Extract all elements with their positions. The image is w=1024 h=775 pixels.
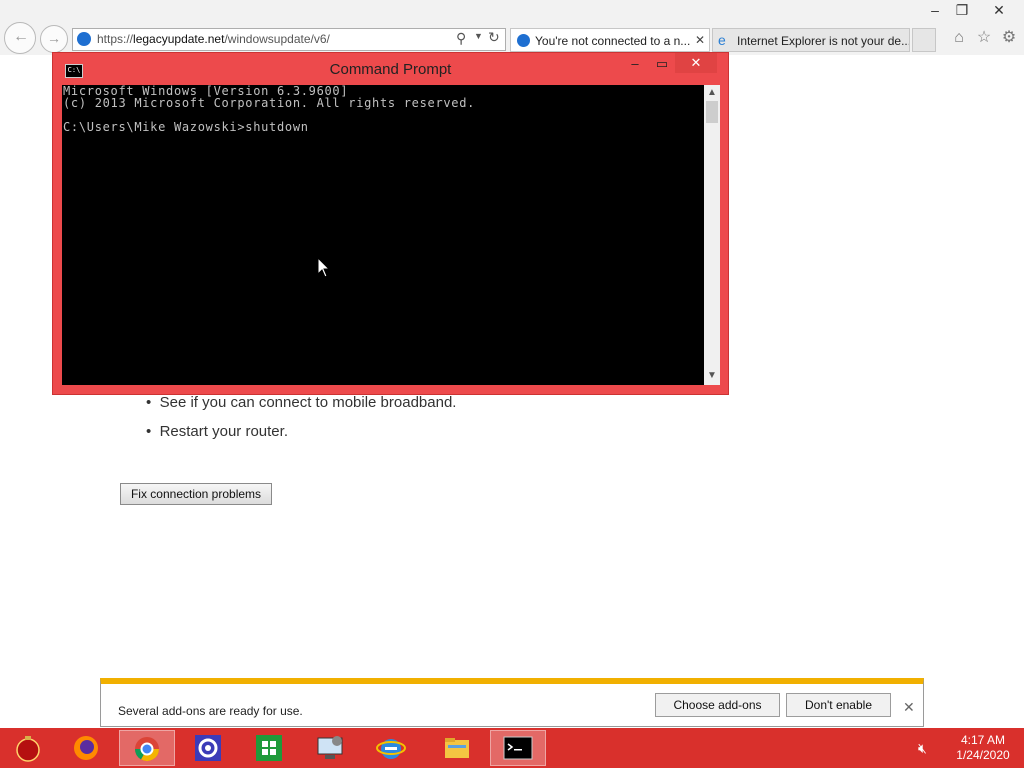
cmd-close-button[interactable]: ✕	[675, 53, 717, 73]
console-output[interactable]: Microsoft Windows [Version 6.3.9600] (c)…	[62, 85, 704, 385]
url-scheme: https://	[97, 32, 134, 46]
address-bar[interactable]: https://legacyupdate.net/windowsupdate/v…	[72, 28, 506, 51]
dont-enable-button[interactable]: Don't enable	[786, 693, 891, 717]
choose-addons-button[interactable]: Choose add-ons	[655, 693, 780, 717]
notification-text: Several add-ons are ready for use.	[118, 704, 303, 718]
console-scrollbar[interactable]: ▲ ▼	[704, 85, 720, 385]
url-path: /windowsupdate/v6/	[224, 32, 330, 46]
browser-toolbar: – ❐ ✕ ← → https://legacyupdate.net/windo…	[0, 0, 1024, 55]
list-item: • See if you can connect to mobile broad…	[146, 394, 457, 411]
console-prompt-line: C:\Users\Mike Wazowski>shutdown	[63, 120, 309, 134]
cmd-minimize-button[interactable]: –	[627, 55, 643, 73]
ie-logo-icon: e	[718, 32, 726, 48]
address-url[interactable]: https://legacyupdate.net/windowsupdate/v…	[97, 32, 330, 46]
fix-connection-button[interactable]: Fix connection problems	[120, 483, 272, 505]
new-tab-button[interactable]	[912, 28, 936, 52]
settings-icon[interactable]	[180, 730, 236, 766]
volume-muted-icon[interactable]: 🔇︎	[918, 740, 927, 757]
cmd-maximize-button[interactable]: ▭	[654, 55, 670, 73]
globe-icon	[517, 34, 530, 47]
chrome-icon[interactable]	[119, 730, 175, 766]
bullet-text: Restart your router.	[159, 423, 288, 440]
scroll-down-icon[interactable]: ▼	[704, 370, 720, 381]
command-prompt-window[interactable]: C:\ Command Prompt – ▭ ✕ Microsoft Windo…	[52, 52, 729, 395]
chevron-down-icon[interactable]: ▼	[474, 31, 483, 41]
home-icon[interactable]: ⌂	[949, 28, 969, 48]
back-arrow-icon: ←	[13, 28, 29, 45]
list-item: • Restart your router.	[146, 423, 288, 440]
file-explorer-icon[interactable]	[429, 730, 485, 766]
tab-label: Internet Explorer is not your de...	[737, 34, 910, 48]
tab-ie-default[interactable]: e Internet Explorer is not your de...	[712, 28, 910, 52]
tab-close-icon[interactable]: ✕	[695, 33, 705, 47]
firefox-icon[interactable]	[58, 730, 114, 766]
close-button[interactable]: ✕	[986, 0, 1012, 20]
system-clock[interactable]: 4:17 AM 1/24/2020	[948, 733, 1018, 763]
star-icon[interactable]: ☆	[974, 28, 994, 48]
scroll-up-icon[interactable]: ▲	[704, 87, 720, 98]
restore-button[interactable]: ❐	[949, 0, 975, 20]
forward-arrow-icon: →	[47, 30, 61, 46]
close-icon[interactable]: ✕	[903, 699, 915, 716]
gear-icon[interactable]: ⚙	[999, 28, 1019, 48]
tab-not-connected[interactable]: You're not connected to a n... ✕	[510, 28, 710, 52]
forward-button[interactable]: →	[40, 25, 68, 53]
url-host: legacyupdate.net	[133, 32, 225, 46]
clock-time: 4:17 AM	[960, 733, 1006, 747]
bullet-text: See if you can connect to mobile broadba…	[159, 394, 457, 411]
back-button[interactable]: ←	[4, 22, 36, 54]
store-icon[interactable]	[241, 730, 297, 766]
command-prompt-taskbar-icon[interactable]	[490, 730, 546, 766]
console-line: (c) 2013 Microsoft Corporation. All righ…	[63, 96, 476, 110]
control-panel-icon[interactable]	[302, 730, 358, 766]
search-icon[interactable]: ⚲	[456, 30, 466, 47]
tab-label: You're not connected to a n...	[535, 34, 691, 48]
addons-notification-bar: Several add-ons are ready for use. Choos…	[100, 678, 924, 727]
taskbar: 🔇︎ 4:17 AM 1/24/2020	[0, 728, 1024, 768]
internet-explorer-icon[interactable]	[363, 730, 419, 766]
clock-date: 1/24/2020	[956, 748, 1010, 762]
scroll-thumb[interactable]	[706, 101, 718, 123]
minimize-button[interactable]: –	[922, 0, 948, 20]
ornament-icon[interactable]	[0, 730, 56, 766]
mouse-cursor-icon	[317, 257, 331, 278]
globe-icon	[77, 32, 91, 46]
refresh-icon[interactable]: ↻	[488, 29, 500, 46]
